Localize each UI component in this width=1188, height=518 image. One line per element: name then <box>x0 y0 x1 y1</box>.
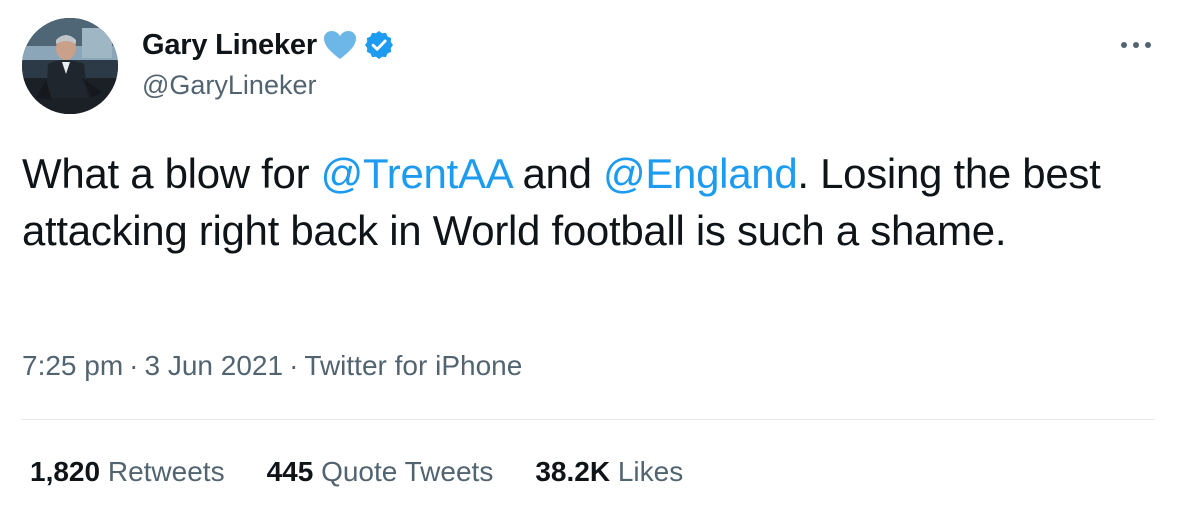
engagement-stats: 1,820 Retweets 445 Quote Tweets 38.2K Li… <box>30 456 683 488</box>
tweet-text-segment: What a blow for <box>22 150 321 197</box>
user-handle[interactable]: @GaryLineker <box>142 70 316 101</box>
verified-badge-icon <box>363 29 395 61</box>
mention-link-england[interactable]: @England <box>603 150 798 197</box>
avatar[interactable] <box>22 18 118 114</box>
display-name[interactable]: Gary Lineker <box>142 29 317 62</box>
meta-separator: · <box>129 350 139 381</box>
meta-separator: · <box>289 350 299 381</box>
quote-tweets-stat[interactable]: 445 Quote Tweets <box>267 456 494 488</box>
profile-photo-icon <box>22 18 118 114</box>
tweet-time[interactable]: 7:25 pm <box>22 350 123 381</box>
name-row: Gary Lineker <box>142 26 395 64</box>
tweet-text-segment: and <box>511 150 603 197</box>
retweets-stat[interactable]: 1,820 Retweets <box>30 456 225 488</box>
retweets-label: Retweets <box>107 456 225 487</box>
divider <box>22 419 1154 420</box>
tweet-source[interactable]: Twitter for iPhone <box>304 350 522 381</box>
more-options-button[interactable] <box>1116 30 1156 60</box>
tweet-date[interactable]: 3 Jun 2021 <box>145 350 284 381</box>
likes-stat[interactable]: 38.2K Likes <box>535 456 683 488</box>
tweet-text: What a blow for @TrentAA and @England. L… <box>22 145 1132 259</box>
tweet-metadata: 7:25 pm · 3 Jun 2021 · Twitter for iPhone <box>22 350 522 382</box>
retweets-count: 1,820 <box>30 456 101 487</box>
likes-label: Likes <box>617 456 684 487</box>
blue-heart-icon <box>323 30 357 60</box>
likes-count: 38.2K <box>535 456 611 487</box>
quote-tweets-label: Quote Tweets <box>321 456 494 487</box>
more-dots-icon <box>1121 42 1151 48</box>
tweet-card: Gary Lineker @GaryLineker What a blow fo… <box>0 0 1188 518</box>
mention-link-trentaa[interactable]: @TrentAA <box>321 150 512 197</box>
quote-tweets-count: 445 <box>266 456 314 487</box>
